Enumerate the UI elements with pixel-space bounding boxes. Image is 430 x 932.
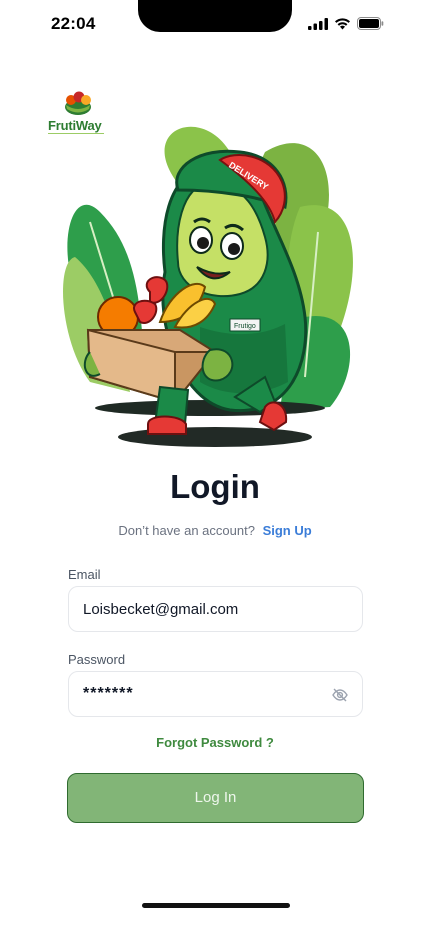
email-field[interactable]: Loisbecket@gmail.com <box>68 586 363 632</box>
hoodie-badge-text: Frutigo <box>234 323 256 330</box>
password-value[interactable]: ******* <box>83 685 134 703</box>
no-account-text: Don’t have an account? <box>118 523 255 538</box>
camera-notch <box>138 0 292 32</box>
email-value[interactable]: Loisbecket@gmail.com <box>83 601 238 618</box>
sign-up-link[interactable]: Sign Up <box>263 523 312 538</box>
signal-icon <box>308 17 328 30</box>
status-icons <box>308 17 384 30</box>
eye-off-icon[interactable] <box>331 686 349 704</box>
forgot-password-link[interactable]: Forgot Password ? <box>0 735 430 750</box>
signup-prompt: Don’t have an account? Sign Up <box>0 523 430 538</box>
hero-illustration: Frutigo DELIVERY <box>60 112 370 452</box>
log-in-button[interactable]: Log In <box>67 773 364 823</box>
page-title: Login <box>170 468 260 505</box>
password-label: Password <box>68 652 126 667</box>
battery-icon <box>357 17 384 30</box>
password-field[interactable]: ******* <box>68 671 363 717</box>
email-label: Email <box>68 567 101 582</box>
avocado-mascot-illustration: Frutigo DELIVERY <box>63 126 353 447</box>
status-bar: 22:04 <box>0 0 430 50</box>
wifi-icon <box>335 17 350 29</box>
home-indicator[interactable] <box>142 903 290 908</box>
status-time: 22:04 <box>51 14 96 33</box>
